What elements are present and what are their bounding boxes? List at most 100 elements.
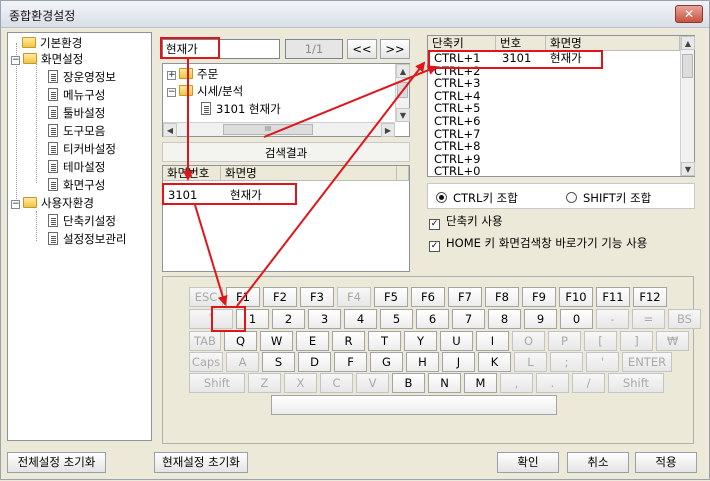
tree-item-toolbar[interactable]: 툴바설정 [48, 105, 105, 121]
key-row1-4[interactable]: F4 [337, 287, 371, 307]
key-row5-10[interactable]: / [572, 373, 605, 393]
key-row4-1[interactable]: A [226, 352, 259, 372]
collapse-icon[interactable]: − [11, 200, 20, 209]
tree-item-theme[interactable]: 테마설정 [48, 159, 105, 175]
result-header-number[interactable]: 화면번호 [163, 166, 221, 181]
key-row4-5[interactable]: G [370, 352, 403, 372]
key-row3-13[interactable]: ₩ [656, 331, 689, 351]
home-key-checkbox[interactable]: ✓ HOME 키 화면검색창 바로가기 기능 사용 [429, 235, 647, 252]
key-row2-13[interactable]: BS [668, 309, 701, 329]
tree-item-menu[interactable]: 메뉴구성 [48, 87, 105, 103]
key-row3-12[interactable]: ] [620, 331, 653, 351]
tree-item-config-manage[interactable]: 설정정보관리 [48, 231, 126, 247]
use-shortcut-checkbox[interactable]: ✓ 단축키 사용 [429, 213, 503, 230]
tree-item-ticker[interactable]: 티커바설정 [48, 141, 116, 157]
ctrl-combo-radio[interactable]: CTRL키 조합 [436, 190, 518, 206]
menu-item-3101[interactable]: 3101 현재가 [201, 101, 281, 117]
key-row5-5[interactable]: B [392, 373, 425, 393]
key-row3-9[interactable]: O [512, 331, 545, 351]
menu-tree-hscroll[interactable]: ◀ III ▶ [163, 122, 395, 137]
key-row4-10[interactable]: ; [550, 352, 583, 372]
key-row4-0[interactable]: Caps [189, 352, 223, 372]
menu-item-order[interactable]: + 주문 [167, 66, 218, 82]
key-row4-2[interactable]: S [262, 352, 295, 372]
key-row1-3[interactable]: F3 [300, 287, 334, 307]
key-row1-11[interactable]: F11 [596, 287, 630, 307]
tree-item-basic[interactable]: 기본환경 [22, 35, 82, 51]
scroll-thumb[interactable] [682, 54, 693, 78]
collapse-icon[interactable]: − [167, 88, 176, 97]
menu-tree-vscroll[interactable]: ▲ ▼ [395, 64, 410, 122]
key-row2-6[interactable]: 6 [416, 309, 449, 329]
key-row4-7[interactable]: J [442, 352, 475, 372]
key-row5-4[interactable]: V [356, 373, 389, 393]
shortcut-header-num[interactable]: 번호 [496, 36, 546, 51]
key-row1-8[interactable]: F8 [485, 287, 519, 307]
key-row2-5[interactable]: 5 [380, 309, 413, 329]
key-row4-11[interactable]: ' [586, 352, 619, 372]
result-header-name[interactable]: 화면명 [221, 166, 397, 181]
key-row4-9[interactable]: L [514, 352, 547, 372]
key-row4-8[interactable]: K [478, 352, 511, 372]
ok-button[interactable]: 확인 [497, 452, 559, 473]
key-row1-5[interactable]: F5 [374, 287, 408, 307]
key-row5-9[interactable]: . [536, 373, 569, 393]
key-row1-6[interactable]: F6 [411, 287, 445, 307]
tree-item-tools[interactable]: 도구모음 [48, 123, 105, 139]
key-row4-3[interactable]: D [298, 352, 331, 372]
key-row3-7[interactable]: U [440, 331, 473, 351]
key-row5-6[interactable]: N [428, 373, 461, 393]
key-row2-3[interactable]: 3 [308, 309, 341, 329]
reset-all-button[interactable]: 전체설정 초기화 [7, 452, 106, 473]
key-row2-7[interactable]: 7 [452, 309, 485, 329]
reset-current-button[interactable]: 현재설정 초기화 [154, 452, 248, 473]
tree-item-layout[interactable]: 화면구성 [48, 177, 105, 193]
key-row3-0[interactable]: TAB [189, 331, 221, 351]
key-row1-0[interactable]: ESC [189, 287, 223, 307]
scroll-up-icon[interactable]: ▲ [681, 36, 695, 50]
key-row3-5[interactable]: T [368, 331, 401, 351]
scroll-down-icon[interactable]: ▼ [681, 162, 695, 176]
shortcut-header-key[interactable]: 단축키 [428, 36, 496, 51]
shortcut-header-name[interactable]: 화면명 [546, 36, 680, 51]
key-row2-1[interactable]: 1 [236, 309, 269, 329]
key-row1-2[interactable]: F2 [263, 287, 297, 307]
key-row3-11[interactable]: [ [584, 331, 617, 351]
tree-item-screen-settings[interactable]: − 화면설정 [11, 51, 83, 67]
apply-button[interactable]: 적용 [635, 452, 697, 473]
key-row3-10[interactable]: P [548, 331, 581, 351]
key-row5-7[interactable]: M [464, 373, 497, 393]
key-row3-3[interactable]: E [296, 331, 329, 351]
key-row4-6[interactable]: H [406, 352, 439, 372]
key-row2-9[interactable]: 9 [524, 309, 557, 329]
key-row2-12[interactable]: = [632, 309, 665, 329]
menu-item-quote[interactable]: − 시세/분석 [167, 83, 243, 99]
key-row3-6[interactable]: Y [404, 331, 437, 351]
key-row5-3[interactable]: C [320, 373, 353, 393]
key-row3-8[interactable]: I [476, 331, 509, 351]
table-row[interactable]: CTRL+0 [432, 165, 678, 176]
close-button[interactable]: ✕ [675, 5, 703, 23]
prev-page-button[interactable]: << [347, 39, 377, 59]
cancel-button[interactable]: 취소 [567, 452, 629, 473]
key-row5-0[interactable]: Shift [189, 373, 245, 393]
key-row3-2[interactable]: W [260, 331, 293, 351]
key-row1-9[interactable]: F9 [522, 287, 556, 307]
key-row4-12[interactable]: ENTER [622, 352, 672, 372]
shift-combo-radio[interactable]: SHIFT키 조합 [566, 190, 651, 206]
key-row2-4[interactable]: 4 [344, 309, 377, 329]
key-row1-10[interactable]: F10 [559, 287, 593, 307]
key-space[interactable] [271, 395, 557, 415]
key-row3-1[interactable]: Q [224, 331, 257, 351]
key-row5-2[interactable]: X [284, 373, 317, 393]
tree-item-shortcut[interactable]: 단축키설정 [48, 213, 116, 229]
scroll-up-icon[interactable]: ▲ [396, 64, 410, 78]
key-row3-4[interactable]: R [332, 331, 365, 351]
key-row2-2[interactable]: 2 [272, 309, 305, 329]
key-row2-11[interactable]: - [596, 309, 629, 329]
shortcut-vscroll[interactable]: ▲ ▼ [680, 36, 695, 176]
key-row5-1[interactable]: Z [248, 373, 281, 393]
scroll-down-icon[interactable]: ▼ [396, 108, 410, 122]
collapse-icon[interactable]: − [11, 56, 20, 65]
tree-item-market-info[interactable]: 장운영정보 [48, 69, 116, 85]
